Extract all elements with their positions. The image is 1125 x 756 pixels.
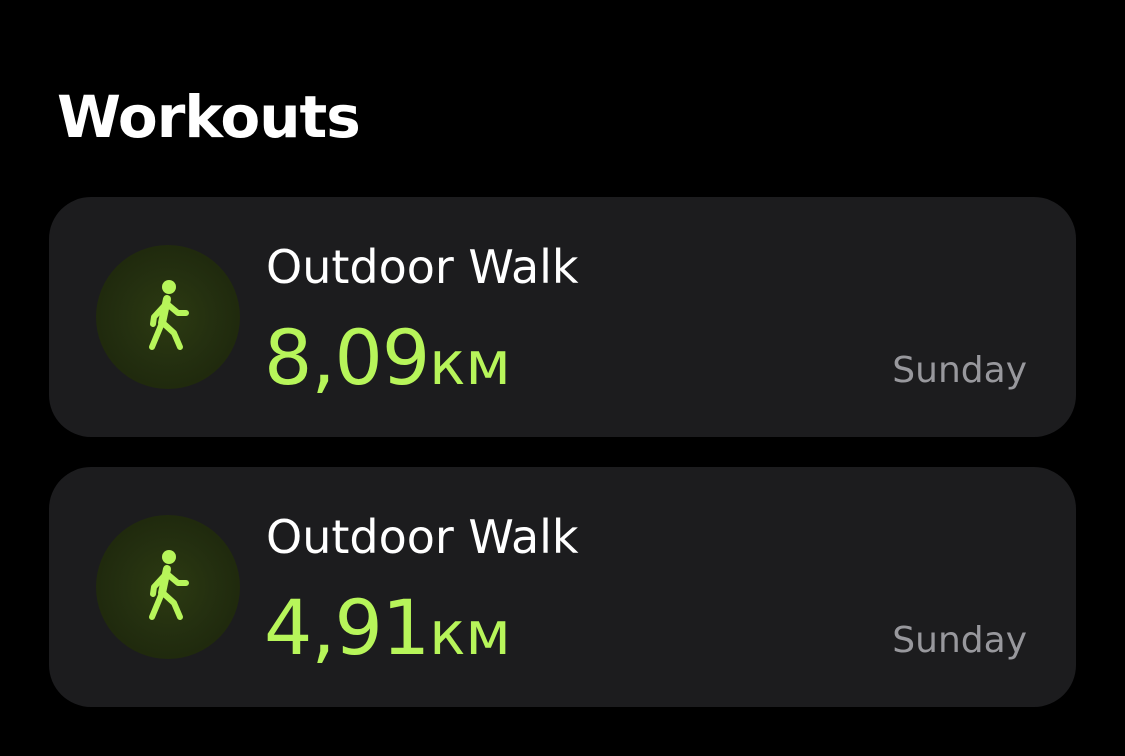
workout-distance: 8,09км: [264, 312, 511, 410]
workout-card[interactable]: Outdoor Walk 8,09км Sunday: [49, 197, 1076, 437]
workout-distance: 4,91км: [264, 582, 511, 680]
workout-card[interactable]: Outdoor Walk 4,91км Sunday: [49, 467, 1076, 707]
workout-name: Outdoor Walk: [266, 510, 579, 564]
figure-walk-icon: [149, 280, 189, 350]
distance-value: 4,91: [264, 583, 430, 672]
workout-day: Sunday: [892, 620, 1027, 661]
workout-day: Sunday: [892, 350, 1027, 391]
distance-unit: км: [429, 329, 511, 399]
workout-list: Outdoor Walk 8,09км Sunday Outdoor Walk …: [49, 197, 1076, 737]
workout-icon-badge: [96, 515, 240, 659]
distance-value: 8,09: [264, 313, 430, 402]
workout-icon-badge: [96, 245, 240, 389]
section-title: Workouts: [57, 83, 361, 151]
figure-walk-icon: [149, 550, 189, 620]
workout-name: Outdoor Walk: [266, 240, 579, 294]
distance-unit: км: [429, 599, 511, 669]
